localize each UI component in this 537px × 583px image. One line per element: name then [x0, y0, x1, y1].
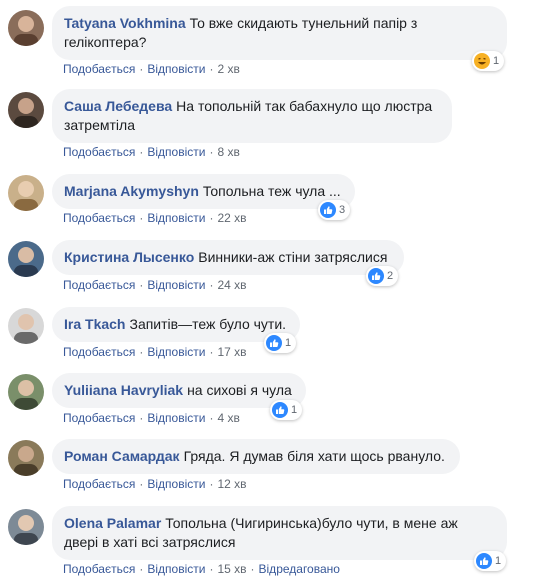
- reply-button[interactable]: Відповісти: [147, 345, 205, 359]
- comment-time[interactable]: 2 хв: [217, 62, 239, 76]
- like-icon: [272, 402, 288, 418]
- like-button[interactable]: Подобається: [63, 278, 135, 292]
- avatar[interactable]: [8, 241, 44, 277]
- comment-time[interactable]: 24 хв: [217, 278, 246, 292]
- like-icon: [266, 335, 282, 351]
- edited-label[interactable]: Відредаговано: [259, 562, 340, 576]
- avatar[interactable]: [8, 308, 44, 344]
- reply-button[interactable]: Відповісти: [147, 145, 205, 159]
- reply-button[interactable]: Відповісти: [147, 411, 205, 425]
- comment-actions: Подобається · Відповісти · 8 хв: [63, 145, 240, 159]
- like-button[interactable]: Подобається: [63, 562, 135, 576]
- comment-bubble: Роман Самардак Гряда. Я думав біля хати щ…: [52, 439, 460, 474]
- reaction-summary[interactable]: 2: [366, 266, 399, 286]
- reaction-summary[interactable]: 1: [472, 51, 505, 71]
- comment-actions: Подобається · Відповісти · 22 хв: [63, 211, 247, 225]
- like-button[interactable]: Подобається: [63, 477, 135, 491]
- comment-text: Топольна теж чула ...: [202, 183, 341, 199]
- avatar[interactable]: [8, 374, 44, 410]
- like-icon: [476, 553, 492, 569]
- comment-author[interactable]: Ira Tkach: [64, 316, 125, 332]
- comment-time[interactable]: 17 хв: [217, 345, 246, 359]
- reaction-count: 3: [339, 204, 346, 216]
- comment-actions: Подобається · Відповісти · 24 хв: [63, 278, 247, 292]
- comment-bubble: Marjana Akymyshyn Топольна теж чула ...: [52, 174, 355, 209]
- like-button[interactable]: Подобається: [63, 411, 135, 425]
- comment-actions: Подобається · Відповісти · 15 хв · Відредагова…: [63, 562, 340, 576]
- reaction-count: 1: [493, 55, 500, 67]
- comments-list: Tatyana Vokhmina То вже скидають тунельни…: [0, 0, 537, 583]
- comment-time[interactable]: 15 хв: [217, 562, 246, 576]
- avatar[interactable]: [8, 175, 44, 211]
- reply-button[interactable]: Відповісти: [147, 211, 205, 225]
- comment-time[interactable]: 22 хв: [217, 211, 246, 225]
- reaction-summary[interactable]: 1: [264, 333, 297, 353]
- comment-bubble: Саша Лебедева На топольній так бабахнуло …: [52, 89, 452, 143]
- reaction-count: 2: [387, 270, 394, 282]
- comment-actions: Подобається · Відповісти · 2 хв: [63, 62, 240, 76]
- avatar[interactable]: [8, 92, 44, 128]
- haha-icon: [474, 53, 490, 69]
- comment-author[interactable]: Olena Palamar: [64, 515, 161, 531]
- like-icon: [368, 268, 384, 284]
- comment-author[interactable]: Yuliiana Havryliak: [64, 382, 183, 398]
- comment-actions: Подобається · Відповісти · 17 хв: [63, 345, 247, 359]
- reply-button[interactable]: Відповісти: [147, 562, 205, 576]
- comment-text: Винники-аж стіни затряслися: [198, 249, 388, 265]
- comment-text: на сихові я чула: [187, 382, 292, 398]
- comment-author[interactable]: Marjana Akymyshyn: [64, 183, 199, 199]
- like-button[interactable]: Подобається: [63, 145, 135, 159]
- comment-time[interactable]: 12 хв: [217, 477, 246, 491]
- like-button[interactable]: Подобається: [63, 211, 135, 225]
- comment-bubble: Кристина Лысенко Винники-аж стіни затрясл…: [52, 240, 404, 275]
- reply-button[interactable]: Відповісти: [147, 477, 205, 491]
- reaction-count: 1: [495, 555, 502, 567]
- reaction-count: 1: [285, 337, 292, 349]
- reaction-count: 1: [291, 404, 298, 416]
- comment-bubble: Tatyana Vokhmina То вже скидають тунельни…: [52, 6, 507, 60]
- comment-bubble: Yuliiana Havryliak на сихові я чула: [52, 373, 306, 408]
- like-button[interactable]: Подобається: [63, 62, 135, 76]
- comment-author[interactable]: Роман Самардак: [64, 448, 180, 464]
- comment-author[interactable]: Саша Лебедева: [64, 98, 172, 114]
- like-icon: [320, 202, 336, 218]
- comment-actions: Подобається · Відповісти · 4 хв: [63, 411, 240, 425]
- comment-time[interactable]: 4 хв: [217, 411, 239, 425]
- comment-text: Гряда. Я думав біля хати щось рвануло.: [183, 448, 445, 464]
- comment-text: Запитів—теж було чути.: [129, 316, 287, 332]
- comment-bubble: Ira Tkach Запитів—теж було чути.: [52, 307, 300, 342]
- reply-button[interactable]: Відповісти: [147, 278, 205, 292]
- avatar[interactable]: [8, 440, 44, 476]
- comment-author[interactable]: Кристина Лысенко: [64, 249, 194, 265]
- avatar[interactable]: [8, 509, 44, 545]
- like-button[interactable]: Подобається: [63, 345, 135, 359]
- reaction-summary[interactable]: 3: [318, 200, 351, 220]
- comment-actions: Подобається · Відповісти · 12 хв: [63, 477, 247, 491]
- comment-time[interactable]: 8 хв: [217, 145, 239, 159]
- reaction-summary[interactable]: 1: [474, 551, 507, 571]
- reply-button[interactable]: Відповісти: [147, 62, 205, 76]
- comment-bubble: Olena Palamar Топольна (Чигиринська)було …: [52, 506, 507, 560]
- reaction-summary[interactable]: 1: [270, 400, 303, 420]
- avatar[interactable]: [8, 10, 44, 46]
- comment-author[interactable]: Tatyana Vokhmina: [64, 15, 186, 31]
